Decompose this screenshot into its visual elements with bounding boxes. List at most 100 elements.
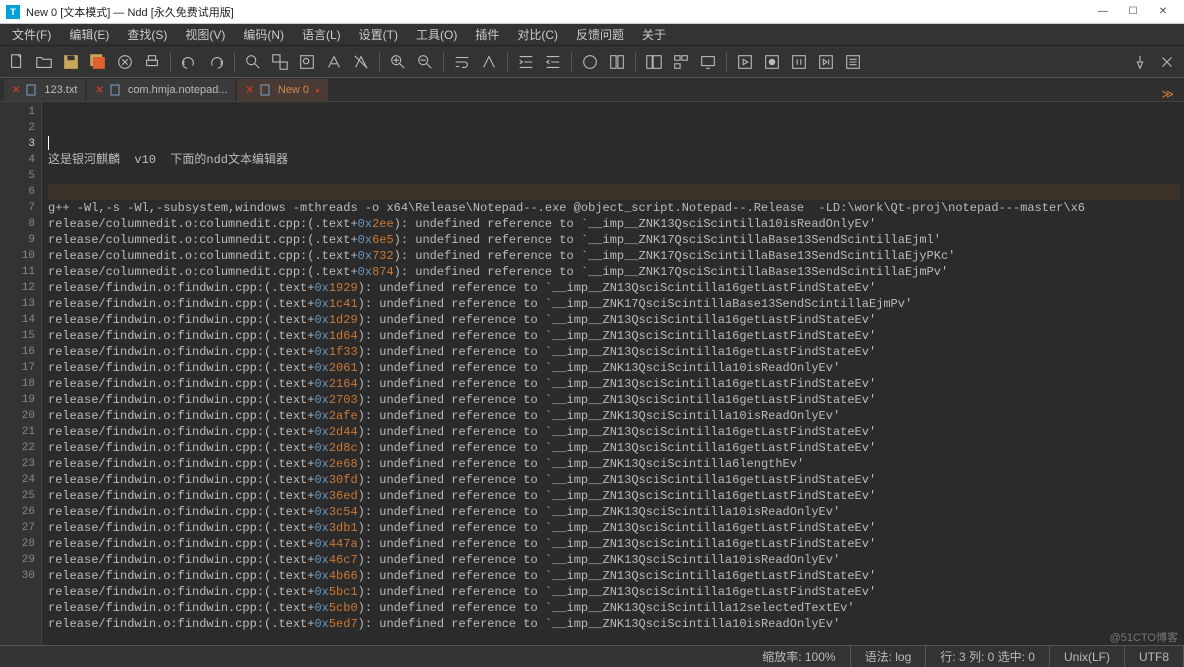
code-line[interactable]: release/findwin.o:findwin.cpp:(.text+0x2… [48, 456, 1180, 472]
zoom-in-icon[interactable] [385, 49, 411, 75]
editor-area[interactable]: 1234567891011121314151617181920212223242… [0, 102, 1184, 645]
tab-overflow-icon[interactable]: ≫ [1155, 87, 1180, 101]
menu-item-11[interactable]: 关于 [634, 24, 674, 45]
code-line[interactable]: release/findwin.o:findwin.cpp:(.text+0x3… [48, 488, 1180, 504]
menu-item-6[interactable]: 设置(T) [351, 24, 406, 45]
monitor-icon[interactable] [695, 49, 721, 75]
show-all-chars-icon[interactable] [476, 49, 502, 75]
run-icon[interactable] [732, 49, 758, 75]
code-line[interactable]: 这是银河麒麟 v10 下面的ndd文本编辑器 [48, 152, 1180, 168]
code-content[interactable]: 这是银河麒麟 v10 下面的ndd文本编辑器 g++ -Wl,-s -Wl,-su… [42, 102, 1184, 645]
code-line[interactable]: release/findwin.o:findwin.cpp:(.text+0x1… [48, 296, 1180, 312]
close-button[interactable]: ✕ [1148, 2, 1178, 22]
line-number: 25 [0, 488, 35, 504]
menu-item-0[interactable]: 文件(F) [4, 24, 59, 45]
next-icon[interactable] [813, 49, 839, 75]
save-icon[interactable] [58, 49, 84, 75]
line-number: 18 [0, 376, 35, 392]
menu-item-8[interactable]: 插件 [467, 24, 507, 45]
tab-close-icon[interactable]: ✕ [12, 85, 20, 96]
menu-item-3[interactable]: 视图(V) [177, 24, 233, 45]
open-folder-icon[interactable] [31, 49, 57, 75]
file-tab-0[interactable]: ✕ 123.txt [4, 79, 85, 101]
code-line[interactable]: release/findwin.o:findwin.cpp:(.text+0x4… [48, 552, 1180, 568]
tab-label: New 0 [278, 84, 309, 96]
maximize-button[interactable]: ☐ [1118, 2, 1148, 22]
find-icon[interactable] [240, 49, 266, 75]
code-line[interactable]: release/findwin.o:findwin.cpp:(.text+0x4… [48, 568, 1180, 584]
close-icon[interactable] [112, 49, 138, 75]
mark-icon[interactable] [321, 49, 347, 75]
find-in-files-icon[interactable] [294, 49, 320, 75]
status-zoom[interactable]: 缩放率: 100% [748, 646, 850, 667]
code-line[interactable]: release/findwin.o:findwin.cpp:(.text+0x2… [48, 360, 1180, 376]
undo-icon[interactable] [176, 49, 202, 75]
indent-icon[interactable] [513, 49, 539, 75]
outdent-icon[interactable] [540, 49, 566, 75]
menu-item-7[interactable]: 工具(O) [408, 24, 465, 45]
save-all-icon[interactable] [85, 49, 111, 75]
code-line[interactable]: release/findwin.o:findwin.cpp:(.text+0x5… [48, 584, 1180, 600]
file-tree-icon[interactable] [641, 49, 667, 75]
code-line[interactable]: g++ -Wl,-s -Wl,-subsystem,windows -mthre… [48, 200, 1180, 216]
column-edit-icon[interactable] [604, 49, 630, 75]
print-icon[interactable] [139, 49, 165, 75]
code-line[interactable] [48, 184, 1180, 200]
code-line[interactable]: release/columnedit.o:columnedit.cpp:(.te… [48, 248, 1180, 264]
status-syntax[interactable]: 语法: log [851, 646, 927, 667]
redo-icon[interactable] [203, 49, 229, 75]
code-line[interactable]: release/findwin.o:findwin.cpp:(.text+0x1… [48, 312, 1180, 328]
menu-item-10[interactable]: 反馈问题 [568, 24, 632, 45]
file-tab-2[interactable]: ✕New 0● [237, 79, 327, 101]
code-line[interactable]: release/columnedit.o:columnedit.cpp:(.te… [48, 232, 1180, 248]
code-line[interactable]: release/findwin.o:findwin.cpp:(.text+0x2… [48, 440, 1180, 456]
new-file-icon[interactable] [4, 49, 30, 75]
hex-icon[interactable] [577, 49, 603, 75]
zoom-out-icon[interactable] [412, 49, 438, 75]
minimize-button[interactable]: — [1088, 2, 1118, 22]
code-line[interactable]: release/findwin.o:findwin.cpp:(.text+0x1… [48, 328, 1180, 344]
record-icon[interactable] [759, 49, 785, 75]
close-all-icon[interactable] [1154, 49, 1180, 75]
menu-item-2[interactable]: 查找(S) [119, 24, 175, 45]
line-number: 5 [0, 168, 35, 184]
code-line[interactable]: release/findwin.o:findwin.cpp:(.text+0x3… [48, 520, 1180, 536]
pin-icon[interactable] [1127, 49, 1153, 75]
line-number: 27 [0, 520, 35, 536]
code-line[interactable] [48, 168, 1180, 184]
status-encoding[interactable]: UTF8 [1125, 646, 1184, 667]
code-line[interactable]: release/findwin.o:findwin.cpp:(.text+0x1… [48, 344, 1180, 360]
line-number: 14 [0, 312, 35, 328]
line-number: 20 [0, 408, 35, 424]
code-line[interactable]: release/findwin.o:findwin.cpp:(.text+0x5… [48, 600, 1180, 616]
clear-mark-icon[interactable] [348, 49, 374, 75]
code-line[interactable]: release/findwin.o:findwin.cpp:(.text+0x2… [48, 392, 1180, 408]
menu-item-9[interactable]: 对比(C) [509, 24, 566, 45]
pause-icon[interactable] [786, 49, 812, 75]
code-line[interactable]: release/findwin.o:findwin.cpp:(.text+0x1… [48, 280, 1180, 296]
menu-item-4[interactable]: 编码(N) [235, 24, 292, 45]
tab-close-icon[interactable]: ✕ [95, 85, 103, 96]
function-list-icon[interactable] [668, 49, 694, 75]
file-tab-1[interactable]: ✕com.hmja.notepad... [87, 79, 235, 101]
code-line[interactable]: release/findwin.o:findwin.cpp:(.text+0x5… [48, 616, 1180, 632]
code-line[interactable]: release/columnedit.o:columnedit.cpp:(.te… [48, 216, 1180, 232]
word-wrap-icon[interactable] [449, 49, 475, 75]
menu-bar: 文件(F)编辑(E)查找(S)视图(V)编码(N)语言(L)设置(T)工具(O)… [0, 24, 1184, 46]
menu-item-5[interactable]: 语言(L) [294, 24, 349, 45]
status-eol[interactable]: Unix(LF) [1050, 646, 1125, 667]
code-line[interactable]: release/findwin.o:findwin.cpp:(.text+0x2… [48, 424, 1180, 440]
code-line[interactable]: release/columnedit.o:columnedit.cpp:(.te… [48, 264, 1180, 280]
tab-close-icon[interactable]: ✕ [245, 85, 253, 96]
tab-label: 123.txt [44, 84, 77, 96]
code-line[interactable]: release/findwin.o:findwin.cpp:(.text+0x3… [48, 472, 1180, 488]
code-line[interactable]: release/findwin.o:findwin.cpp:(.text+0x2… [48, 376, 1180, 392]
line-number: 17 [0, 360, 35, 376]
title-bar: T New 0 [文本模式] — Ndd [永久免费试用版] — ☐ ✕ [0, 0, 1184, 24]
menu-item-1[interactable]: 编辑(E) [61, 24, 117, 45]
replace-icon[interactable] [267, 49, 293, 75]
code-line[interactable]: release/findwin.o:findwin.cpp:(.text+0x3… [48, 504, 1180, 520]
code-line[interactable]: release/findwin.o:findwin.cpp:(.text+0x2… [48, 408, 1180, 424]
code-line[interactable]: release/findwin.o:findwin.cpp:(.text+0x4… [48, 536, 1180, 552]
macros-icon[interactable] [840, 49, 866, 75]
